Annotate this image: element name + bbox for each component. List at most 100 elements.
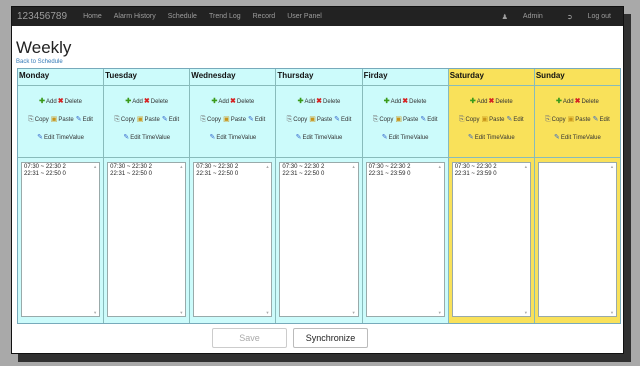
edit-timevalue-button[interactable]: ✎ Edit TimeValue	[468, 134, 515, 141]
add-button[interactable]: ✚ Add	[125, 98, 143, 105]
delete-button[interactable]: ✖ Delete	[58, 98, 82, 105]
edit-timevalue-button[interactable]: ✎ Edit TimeValue	[554, 134, 601, 141]
paste-button[interactable]: ▣ Paste	[223, 116, 246, 123]
add-button[interactable]: ✚ Add	[211, 98, 229, 105]
time-entries-listbox[interactable]: 07:30 ~ 22:30 2 22:31 ~ 22:50 0 ▲ ▼	[107, 162, 187, 317]
copy-button[interactable]: ⎘ Copy	[28, 116, 49, 123]
delete-button[interactable]: ✖ Delete	[316, 98, 340, 105]
copy-button[interactable]: ⎘ Copy	[459, 116, 480, 123]
copy-label: Copy	[34, 116, 49, 123]
copy-button[interactable]: ⎘ Copy	[545, 116, 566, 123]
edit-timevalue-button[interactable]: ✎ Edit TimeValue	[37, 134, 84, 141]
scroll-up-icon[interactable]: ▲	[265, 164, 269, 169]
time-entry[interactable]: 22:31 ~ 22:50 0	[110, 171, 183, 178]
day-column-thursday: Thursday ✚ Add ✖ Delete ⎘ Copy ▣ Paste ✎ Edit…	[276, 69, 363, 323]
pencil-icon: ✎	[209, 134, 216, 141]
edit-timevalue-button[interactable]: ✎ Edit TimeValue	[209, 134, 256, 141]
delete-label: Delete	[236, 98, 255, 105]
nav-home[interactable]: Home	[83, 13, 102, 20]
scroll-up-icon[interactable]: ▲	[93, 164, 97, 169]
edit-timevalue-button[interactable]: ✎ Edit TimeValue	[382, 134, 429, 141]
admin-label: Admin	[522, 13, 543, 20]
time-entry[interactable]: 07:30 ~ 22:30 2	[369, 164, 442, 171]
time-entry[interactable]: 07:30 ~ 22:30 2	[196, 164, 269, 171]
scroll-down-icon[interactable]: ▼	[179, 310, 183, 315]
copy-button[interactable]: ⎘ Copy	[114, 116, 135, 123]
time-entries-listbox[interactable]: 07:30 ~ 22:30 2 22:31 ~ 22:50 0 ▲ ▼	[193, 162, 273, 317]
time-entries-listbox[interactable]: 07:30 ~ 22:30 2 22:31 ~ 22:50 0 ▲ ▼	[279, 162, 359, 317]
delete-button[interactable]: ✖ Delete	[402, 98, 426, 105]
scroll-down-icon[interactable]: ▼	[352, 310, 356, 315]
edit-button[interactable]: ✎ Edit	[334, 116, 351, 123]
back-to-schedule-link[interactable]: Back to Schedule	[16, 59, 623, 65]
time-entry[interactable]: 07:30 ~ 22:30 2	[110, 164, 183, 171]
paste-button[interactable]: ▣ Paste	[51, 116, 74, 123]
edit-button[interactable]: ✎ Edit	[162, 116, 179, 123]
time-entry[interactable]: 22:31 ~ 23:59 0	[455, 171, 528, 178]
nav-alarm-history[interactable]: Alarm History	[114, 13, 156, 20]
day-header: Thursday	[276, 69, 362, 86]
scroll-up-icon[interactable]: ▲	[610, 164, 614, 169]
time-entries-listbox[interactable]: 07:30 ~ 22:30 2 22:31 ~ 22:50 0 ▲ ▼	[21, 162, 101, 317]
scroll-down-icon[interactable]: ▼	[524, 310, 528, 315]
add-button[interactable]: ✚ Add	[298, 98, 316, 105]
nav-schedule[interactable]: Schedule	[168, 13, 197, 20]
scroll-up-icon[interactable]: ▲	[179, 164, 183, 169]
navbar-right: ♟ Admin ➲ Log out	[478, 7, 611, 26]
nav-trend-log[interactable]: Trend Log	[209, 13, 241, 20]
edit-timevalue-button[interactable]: ✎ Edit TimeValue	[296, 134, 343, 141]
copy-label: Copy	[120, 116, 135, 123]
edit-timevalue-label: Edit TimeValue	[302, 134, 343, 141]
nav-record[interactable]: Record	[253, 13, 276, 20]
edit-button[interactable]: ✎ Edit	[248, 116, 265, 123]
synchronize-button[interactable]: Synchronize	[293, 328, 368, 348]
time-entry[interactable]: 22:31 ~ 22:50 0	[24, 171, 97, 178]
copy-button[interactable]: ⎘ Copy	[200, 116, 221, 123]
time-entry[interactable]: 22:31 ~ 23:59 0	[369, 171, 442, 178]
delete-button[interactable]: ✖ Delete	[230, 98, 254, 105]
scroll-up-icon[interactable]: ▲	[524, 164, 528, 169]
edit-button[interactable]: ✎ Edit	[76, 116, 93, 123]
admin-menu[interactable]: ♟ Admin	[490, 13, 543, 21]
time-entries-listbox[interactable]: 07:30 ~ 22:30 2 22:31 ~ 23:59 0 ▲ ▼	[365, 162, 445, 317]
edit-button[interactable]: ✎ Edit	[593, 116, 610, 123]
edit-button[interactable]: ✎ Edit	[506, 116, 523, 123]
copy-button[interactable]: ⎘ Copy	[287, 116, 308, 123]
edit-button[interactable]: ✎ Edit	[420, 116, 437, 123]
paste-label: Paste	[58, 116, 74, 123]
time-entry[interactable]: 07:30 ~ 22:30 2	[282, 164, 355, 171]
edit-timevalue-button[interactable]: ✎ Edit TimeValue	[123, 134, 170, 141]
add-button[interactable]: ✚ Add	[384, 98, 402, 105]
time-entries-listbox[interactable]: ▲ ▼	[537, 162, 617, 317]
add-button[interactable]: ✚ Add	[39, 98, 57, 105]
add-button[interactable]: ✚ Add	[556, 98, 574, 105]
scroll-down-icon[interactable]: ▼	[265, 310, 269, 315]
paste-button[interactable]: ▣ Paste	[481, 116, 504, 123]
time-entry[interactable]: 07:30 ~ 22:30 2	[24, 164, 97, 171]
time-entry[interactable]: 22:31 ~ 22:50 0	[282, 171, 355, 178]
delete-button[interactable]: ✖ Delete	[144, 98, 168, 105]
time-entry[interactable]: 22:31 ~ 22:50 0	[196, 171, 269, 178]
scroll-up-icon[interactable]: ▲	[352, 164, 356, 169]
copy-button[interactable]: ⎘ Copy	[373, 116, 394, 123]
paste-button[interactable]: ▣ Paste	[395, 116, 418, 123]
navbar-brand[interactable]: 123456789	[17, 11, 67, 22]
scroll-down-icon[interactable]: ▼	[93, 310, 97, 315]
save-button[interactable]: Save	[212, 328, 287, 348]
scroll-up-icon[interactable]: ▲	[438, 164, 442, 169]
time-entry[interactable]: 07:30 ~ 22:30 2	[455, 164, 528, 171]
copy-icon: ⎘	[372, 116, 379, 123]
add-button[interactable]: ✚ Add	[470, 98, 488, 105]
scroll-down-icon[interactable]: ▼	[610, 310, 614, 315]
paste-button[interactable]: ▣ Paste	[309, 116, 332, 123]
delete-icon: ✖	[143, 98, 150, 105]
logout-link[interactable]: ➲ Log out	[555, 13, 611, 21]
paste-button[interactable]: ▣ Paste	[568, 116, 591, 123]
nav-user-panel[interactable]: User Panel	[287, 13, 322, 20]
day-actions: ✚ Add ✖ Delete ⎘ Copy ▣ Paste ✎ Edit ✎ Edit Ti…	[18, 86, 104, 158]
delete-button[interactable]: ✖ Delete	[575, 98, 599, 105]
delete-button[interactable]: ✖ Delete	[488, 98, 512, 105]
scroll-down-icon[interactable]: ▼	[438, 310, 442, 315]
time-entries-listbox[interactable]: 07:30 ~ 22:30 2 22:31 ~ 23:59 0 ▲ ▼	[451, 162, 531, 317]
paste-button[interactable]: ▣ Paste	[137, 116, 160, 123]
